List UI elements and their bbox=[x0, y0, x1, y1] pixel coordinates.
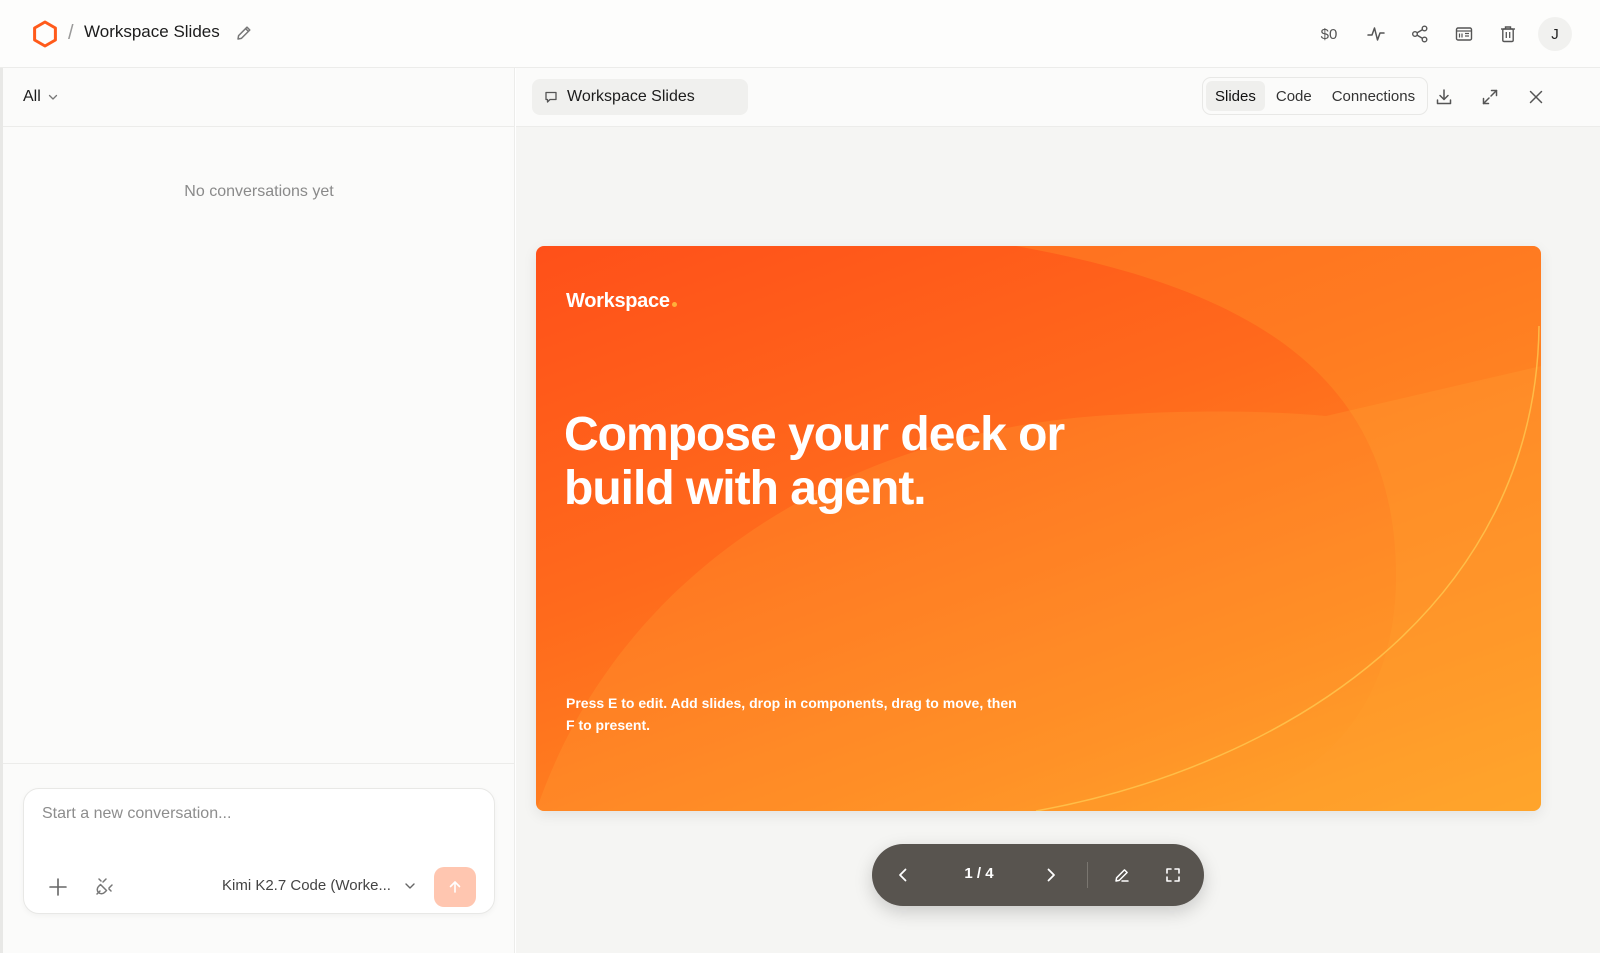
pencil-icon[interactable] bbox=[234, 23, 254, 43]
cost-indicator[interactable]: $0 bbox=[1314, 26, 1344, 43]
panel-button[interactable] bbox=[1446, 17, 1482, 51]
project-title: Workspace Slides bbox=[84, 22, 220, 41]
expand-button[interactable] bbox=[1478, 85, 1502, 109]
tab-code[interactable]: Code bbox=[1267, 81, 1321, 111]
slide-headline-line-1: Compose your deck or bbox=[564, 408, 1065, 461]
activity-button[interactable] bbox=[1358, 17, 1394, 51]
present-fullscreen-button[interactable] bbox=[1160, 862, 1186, 888]
avatar[interactable]: J bbox=[1538, 17, 1572, 51]
tab-connections[interactable]: Connections bbox=[1323, 81, 1424, 111]
fullscreen-icon bbox=[1166, 868, 1180, 882]
send-button[interactable] bbox=[434, 867, 476, 907]
slide-headline-line-2: build with agent. bbox=[564, 462, 927, 515]
hexagon-logo-icon[interactable] bbox=[30, 19, 60, 49]
document-title: Workspace Slides bbox=[567, 88, 695, 105]
previous-slide-button[interactable] bbox=[890, 862, 916, 888]
conversation-sidebar: All No conversations yet Kimi K2.7 Code … bbox=[0, 68, 515, 953]
top-actions: $0 J bbox=[1314, 17, 1572, 51]
brand-dot bbox=[671, 302, 677, 307]
filter-label: All bbox=[23, 88, 41, 105]
slide-brand-logo: Workspace bbox=[566, 290, 677, 313]
empty-state-text: No conversations yet bbox=[184, 183, 334, 200]
app-window: / Workspace Slides $0 J All No conversat… bbox=[0, 0, 1600, 953]
delete-button[interactable] bbox=[1490, 17, 1526, 51]
panel-icon bbox=[1455, 27, 1473, 41]
slide-pager: 1 / 4 bbox=[872, 844, 1204, 906]
trash-icon bbox=[1501, 26, 1515, 43]
chevron-down-icon bbox=[405, 882, 415, 889]
composer: Kimi K2.7 Code (Worke... bbox=[23, 788, 495, 914]
tab-slides[interactable]: Slides bbox=[1206, 81, 1265, 111]
breadcrumb-separator: / bbox=[68, 22, 74, 44]
next-slide-button[interactable] bbox=[1038, 862, 1064, 888]
pager-divider bbox=[1087, 862, 1088, 888]
slide-subtext-line-2: F to present. bbox=[566, 717, 651, 733]
model-label: Kimi K2.7 Code (Worke... bbox=[222, 877, 391, 894]
document-chip[interactable]: Workspace Slides bbox=[532, 79, 748, 115]
chevron-left-icon bbox=[899, 868, 907, 882]
plus-icon[interactable] bbox=[46, 875, 70, 899]
composer-area: Kimi K2.7 Code (Worke... bbox=[3, 763, 514, 953]
activity-icon bbox=[1367, 27, 1385, 41]
share-icon bbox=[1412, 25, 1428, 43]
download-icon bbox=[1436, 89, 1452, 105]
model-selector[interactable]: Kimi K2.7 Code (Worke... bbox=[222, 877, 417, 894]
filter-bar: All bbox=[3, 68, 514, 127]
slide-subtext-line-1: Press E to edit. Add slides, drop in com… bbox=[566, 695, 1017, 711]
view-tabs: Slides Code Connections bbox=[1202, 77, 1429, 115]
close-button[interactable] bbox=[1524, 85, 1548, 109]
share-button[interactable] bbox=[1402, 17, 1438, 51]
plug-icon[interactable] bbox=[92, 875, 116, 899]
chevron-down-icon bbox=[48, 94, 57, 100]
preview-panel: Workspace Slides Slides Code Connections bbox=[516, 68, 1600, 953]
close-icon bbox=[1529, 90, 1543, 104]
download-button[interactable] bbox=[1432, 85, 1456, 109]
slide-counter: 1 / 4 bbox=[964, 865, 994, 882]
chat-icon bbox=[545, 91, 557, 103]
slide-brand-text: Workspace bbox=[566, 290, 670, 312]
preview-header: Workspace Slides Slides Code Connections bbox=[516, 68, 1600, 127]
conversation-input[interactable] bbox=[42, 805, 472, 823]
expand-icon bbox=[1482, 89, 1498, 105]
top-bar: / Workspace Slides $0 J bbox=[0, 0, 1600, 68]
edit-slide-button[interactable] bbox=[1109, 862, 1135, 888]
arrow-up-icon bbox=[449, 881, 461, 893]
chevron-right-icon bbox=[1047, 868, 1055, 882]
pencil-icon bbox=[1115, 869, 1129, 882]
slide-subtext: Press E to edit. Add slides, drop in com… bbox=[566, 692, 1046, 736]
conversation-filter-dropdown[interactable]: All bbox=[23, 88, 59, 106]
slide-headline: Compose your deck or build with agent. bbox=[564, 408, 1124, 516]
slide-canvas[interactable]: Workspace Compose your deck or build wit… bbox=[536, 246, 1541, 811]
